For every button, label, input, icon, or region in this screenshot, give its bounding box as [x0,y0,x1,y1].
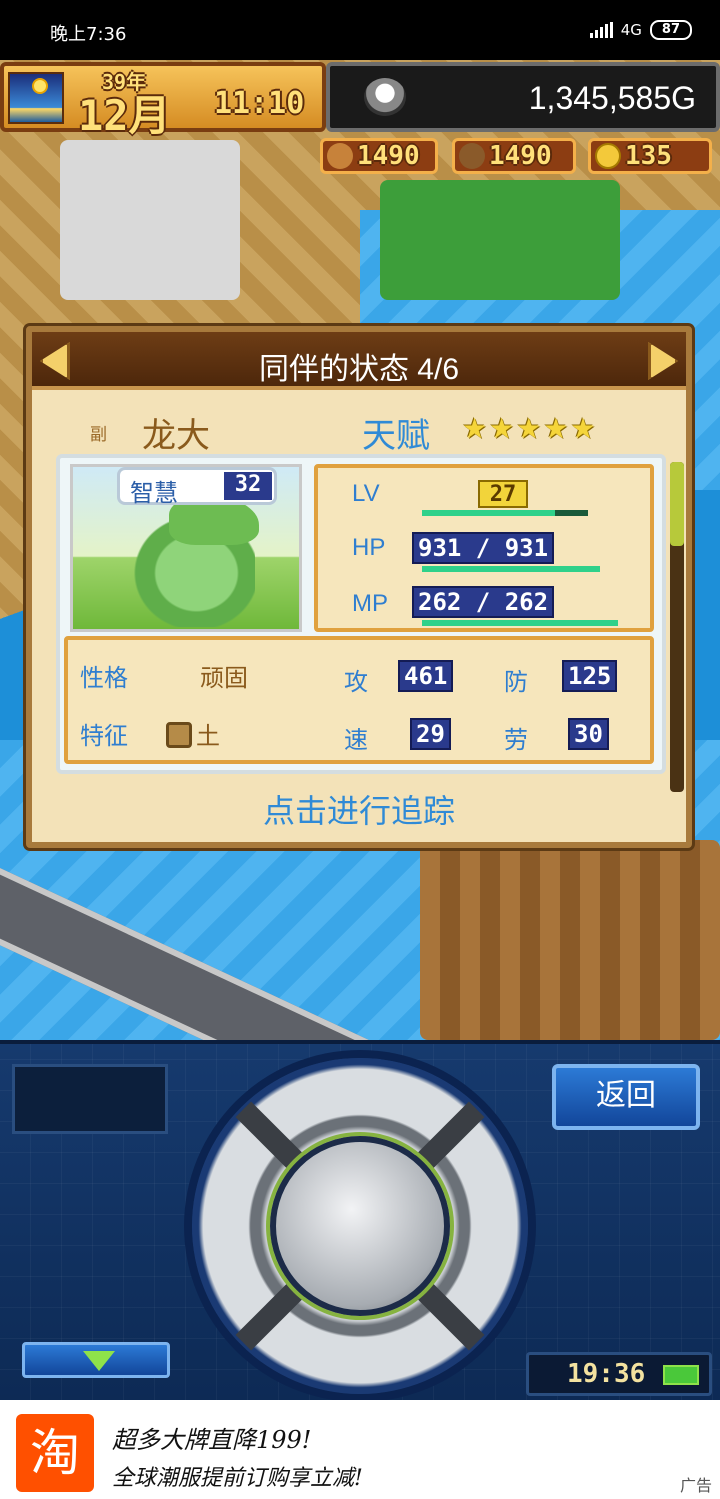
wisdom-value: 32 [224,472,272,500]
status-panel: 智慧 32 LV 27 HP 931 / 931 MP 262 / 262 性格… [56,454,666,774]
companion-portrait: 智慧 32 [70,464,302,632]
sub-tag: 副 [90,425,107,445]
hp-bar [422,566,600,572]
battery-icon [663,1365,699,1385]
status-time: 晚上7:36 [50,24,127,45]
speed-value: 29 [410,718,451,750]
level-stats: LV 27 HP 931 / 931 MP 262 / 262 [314,464,654,632]
talent-label: 天赋 [362,417,430,455]
attribute-panel: 性格 顽固 特征 土 攻 461 防 125 速 29 劳 30 [64,636,654,764]
wisdom-badge: 智慧 32 [117,467,277,507]
ad-line-1[interactable]: 超多大牌直降199! [112,1420,311,1455]
exp-bar [422,510,588,516]
track-button[interactable]: 点击进行追踪 [32,786,686,832]
personality-value: 顽固 [200,665,248,692]
hp-value: 931 / 931 [412,532,555,564]
companion-name: 龙大 [142,417,210,455]
mp-bar [422,620,618,626]
star-icon: ★ [570,412,596,445]
battery-level: 87 [649,20,692,40]
taobao-logo[interactable]: 淘 [16,1414,94,1492]
money-amount: 1,345,585G [528,80,696,116]
network-type: 4G [620,21,642,39]
resource-wood-plank: 1490 [320,138,438,174]
mp-value: 262 / 262 [412,586,555,618]
speed-label: 速 [344,727,368,754]
timber-icon [459,143,485,169]
weather-icon [8,72,64,124]
ad-tag: 广告 [679,1476,712,1495]
earth-icon [166,722,192,748]
mini-screen [12,1064,168,1134]
attack-value: 461 [398,660,454,692]
hp-label: HP [352,534,386,561]
status-right: 4G 87 [589,20,692,40]
star-icon: ★ [543,412,569,445]
money-bag-icon [364,78,406,116]
star-icon: ★ [516,412,542,445]
dpad-center-button[interactable] [270,1136,450,1316]
triangle-down-icon [83,1351,115,1371]
month-label: 12月 [78,91,171,140]
game-clock: 11:10 [214,86,305,121]
defense-label: 防 [504,669,528,696]
date-panel: 39年 12月 11:10 [0,62,326,140]
companion-status-dialog: 同伴的状态 4/6 副 龙大 天赋 ★ ★ ★ ★ ★ 智慧 32 LV 27 … [26,326,692,848]
talent-stars: ★ ★ ★ ★ ★ [462,412,596,445]
dpad[interactable] [192,1058,528,1394]
star-icon: ★ [462,412,488,445]
device-clock-box: 19:36 [526,1352,712,1396]
trait-label: 特征 [80,723,128,750]
labor-label: 劳 [504,727,528,754]
status-bar: 晚上7:36 4G 87 [0,0,720,60]
dialog-title: 同伴的状态 4/6 [258,353,460,386]
wisdom-label: 智慧 [130,480,178,507]
mp-label: MP [352,590,388,617]
lv-label: LV [352,480,380,507]
device-clock: 19:36 [567,1359,646,1389]
labor-value: 30 [568,718,609,750]
signal-icon [589,22,613,38]
resource-timber: 1490 [452,138,576,174]
lv-value: 27 [478,480,528,508]
money-panel: 1,345,585G [326,62,720,132]
dialog-scrollbar[interactable] [670,462,684,792]
resource-coin: 135 [588,138,712,174]
dialog-header: 同伴的状态 4/6 [32,332,686,390]
defense-value: 125 [562,660,618,692]
personality-label: 性格 [80,665,128,692]
ad-banner[interactable]: 淘 超多大牌直降199! 全球潮服提前订购享立减! 广告 [0,1400,720,1499]
star-icon: ★ [489,412,515,445]
menu-toggle-button[interactable] [22,1342,170,1378]
back-button[interactable]: 返回 [552,1064,700,1130]
wood-plank-icon [327,143,353,169]
ad-line-2[interactable]: 全球潮服提前订购享立减! [112,1460,363,1492]
trait-value: 土 [196,723,220,750]
controller-panel: 返回 19:36 [0,1040,720,1400]
coin-icon [595,143,621,169]
attack-label: 攻 [344,669,368,696]
